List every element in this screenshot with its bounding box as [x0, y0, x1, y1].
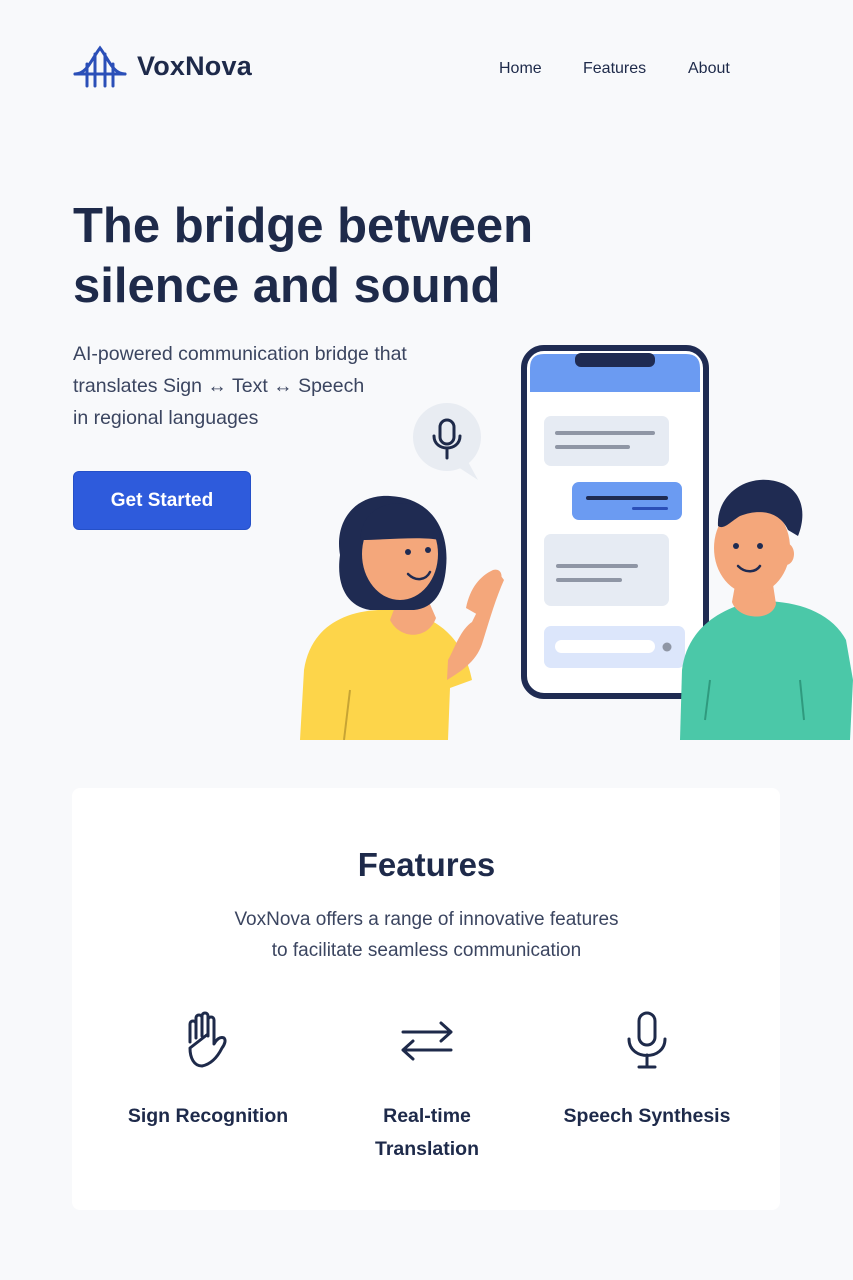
microphone-icon	[627, 1011, 667, 1069]
nav-about[interactable]: About	[688, 60, 730, 78]
feature-sign-recognition: Sign Recognition	[98, 1008, 318, 1133]
feature-label: Sign Recognition	[127, 1105, 289, 1127]
woman-illustration	[300, 495, 504, 740]
nav-features[interactable]: Features	[583, 60, 646, 78]
hero-title: The bridge between silence and sound	[73, 196, 633, 316]
nav-home[interactable]: Home	[499, 60, 542, 78]
logo[interactable]: VoxNova	[73, 44, 252, 88]
microphone-bubble	[413, 403, 481, 480]
brand-name: VoxNova	[137, 50, 252, 81]
bridge-icon	[73, 45, 127, 88]
swap-arrows-icon	[401, 1021, 453, 1061]
feature-real-time-translation: Real-time Translation	[317, 1008, 537, 1166]
features-description: VoxNova offers a range of innovative fea…	[0, 904, 853, 966]
features-description-line1: VoxNova offers a range of innovative fea…	[234, 909, 619, 930]
feature-label: Real-time Translation	[374, 1105, 480, 1160]
features-title: Features	[357, 846, 496, 883]
hero-title-line1: The bridge between	[73, 199, 534, 253]
get-started-button[interactable]: Get Started	[73, 471, 251, 530]
phone-illustration	[521, 345, 709, 699]
feature-label: Speech Synthesis	[563, 1105, 731, 1127]
hero-title-line2: silence and sound	[73, 259, 501, 313]
feature-speech-synthesis: Speech Synthesis	[537, 1008, 757, 1133]
hero-illustration	[300, 345, 853, 740]
hand-icon	[188, 1011, 227, 1068]
features-description-line2: to facilitate seamless communication	[271, 940, 582, 961]
